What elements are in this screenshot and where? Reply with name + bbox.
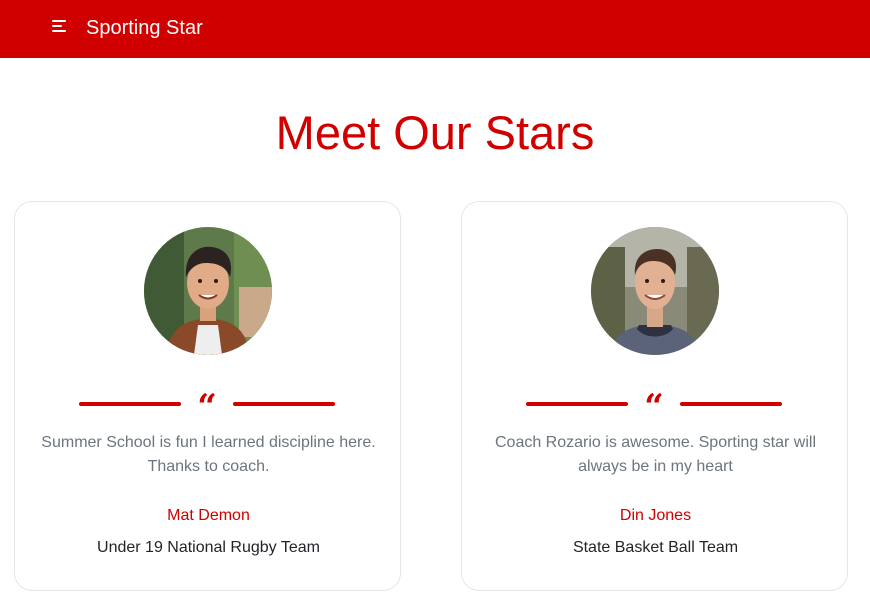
testimonial-card: “ Summer School is fun I learned discipl… (14, 201, 401, 591)
menu-icon[interactable] (52, 20, 68, 33)
quote-icon: “ (197, 387, 217, 427)
person-name: Mat Demon (167, 507, 250, 524)
testimonial-text: Coach Rozario is awesome. Sporting star … (494, 434, 816, 475)
testimonial-card: “ Coach Rozario is awesome. Sporting sta… (461, 201, 848, 591)
person-team: Under 19 National Rugby Team (97, 539, 320, 556)
quote-divider: “ (79, 387, 335, 427)
person-photo-icon (144, 227, 272, 355)
person-photo-icon (591, 227, 719, 355)
person-name: Din Jones (619, 507, 692, 524)
navbar: Sporting Star (0, 0, 870, 58)
avatar (144, 227, 272, 355)
quote-divider: “ (526, 387, 782, 427)
quote-icon: “ (644, 387, 664, 427)
avatar (591, 227, 719, 355)
brand-link[interactable]: Sporting Star (86, 15, 203, 41)
page-title: Meet Our Stars (275, 106, 595, 159)
person-team: State Basket Ball Team (572, 539, 739, 556)
testimonial-text: Summer School is fun I learned disciplin… (41, 434, 376, 475)
